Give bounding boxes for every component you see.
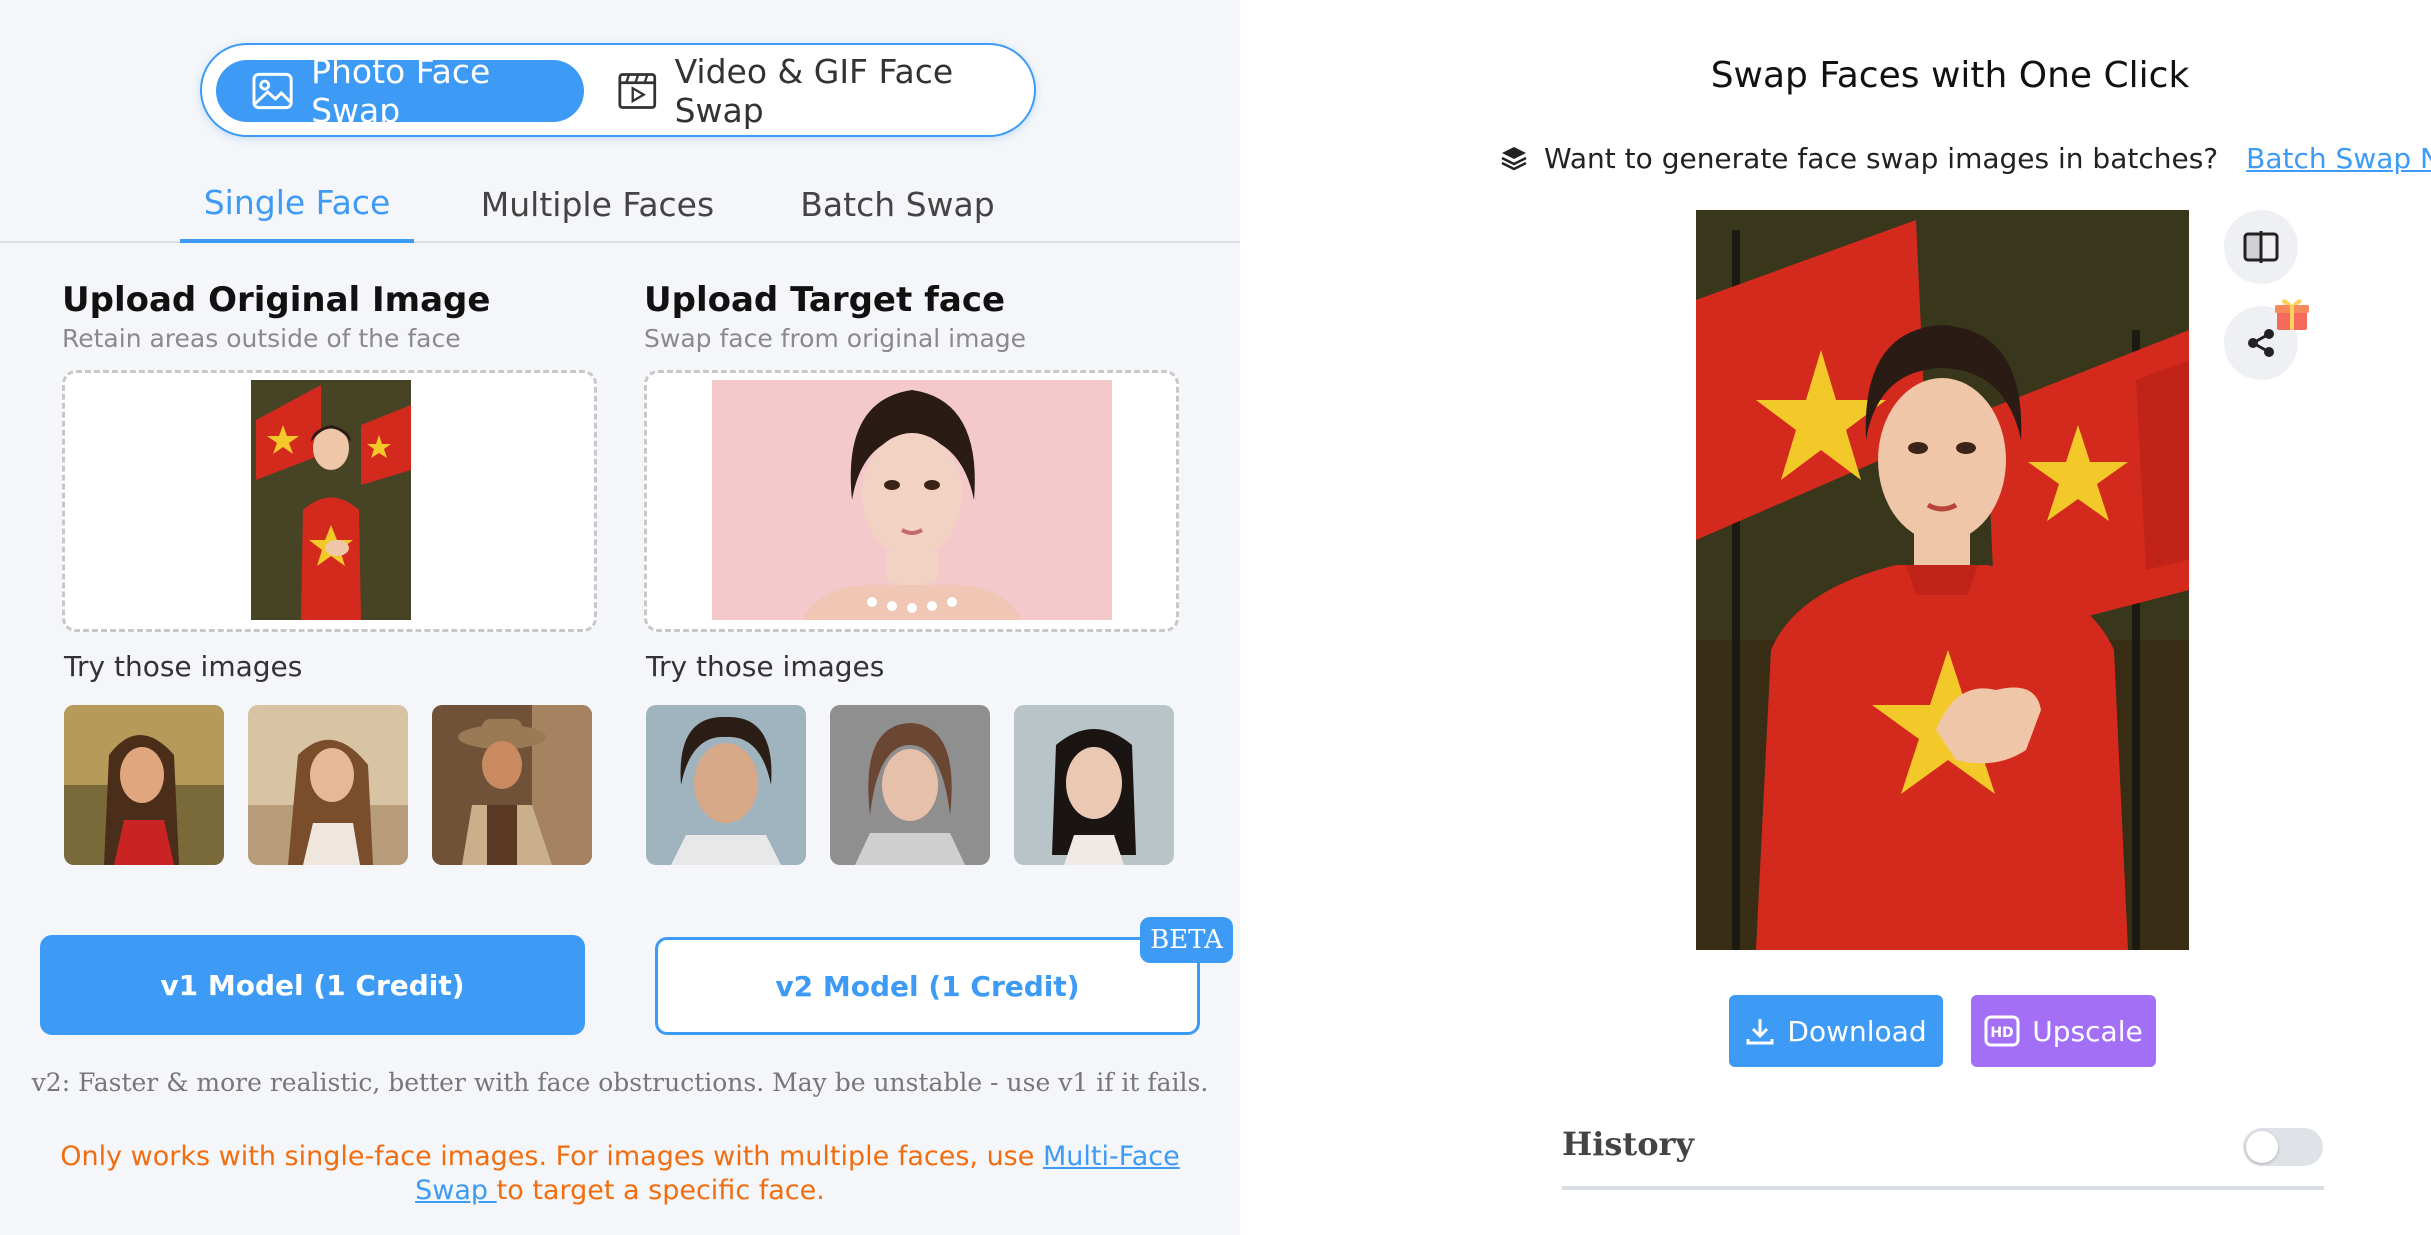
face-swap-page: Photo Face Swap Video & GIF Face Swap Si… <box>0 0 2431 1235</box>
sample-target-2[interactable] <box>830 705 990 865</box>
v1-model-button[interactable]: v1 Model (1 Credit) <box>40 935 585 1035</box>
target-upload-subtitle: Swap face from original image <box>644 324 1027 353</box>
share-icon <box>2248 329 2274 357</box>
original-try-label: Try those images <box>64 650 303 683</box>
target-upload-title: Upload Target face <box>644 280 1006 320</box>
sample-target-1[interactable] <box>646 705 806 865</box>
sample-original-2[interactable] <box>248 705 408 865</box>
target-face-section: Upload Target face Swap face from origin… <box>644 280 1179 865</box>
v2-model-button[interactable]: v2 Model (1 Credit) <box>655 937 1200 1035</box>
swap-tabs: Single Face Multiple Faces Batch Swap <box>0 165 1240 243</box>
original-upload-subtitle: Retain areas outside of the face <box>62 324 461 353</box>
target-face-preview <box>712 380 1112 620</box>
upscale-label: Upscale <box>2032 1014 2143 1048</box>
video-gif-face-swap-label: Video & GIF Face Swap <box>674 52 954 130</box>
target-face-dropzone[interactable] <box>644 370 1179 632</box>
gift-icon <box>2275 299 2309 330</box>
tab-single-face[interactable]: Single Face <box>180 165 414 243</box>
sample-original-1[interactable] <box>64 705 224 865</box>
target-sample-images <box>646 705 1181 867</box>
hd-icon: HD <box>1984 1015 2020 1047</box>
download-icon <box>1746 1019 1774 1045</box>
upload-panel: Photo Face Swap Video & GIF Face Swap Si… <box>0 0 1240 1235</box>
single-face-warning: Only works with single-face images. For … <box>30 1140 1210 1208</box>
compare-icon <box>2243 231 2279 263</box>
image-icon <box>252 72 293 110</box>
hd-badge-text: HD <box>1991 1025 2014 1041</box>
batch-swap-now-link[interactable]: Batch Swap Now <box>2246 142 2431 175</box>
photo-face-swap-label: Photo Face Swap <box>311 52 491 130</box>
layers-icon <box>1501 147 1527 171</box>
sample-target-3[interactable] <box>1014 705 1174 865</box>
model-note: v2: Faster & more realistic, better with… <box>31 1068 1209 1097</box>
compare-button[interactable] <box>2224 210 2298 284</box>
result-image-art <box>1696 210 2189 950</box>
beta-badge: BETA <box>1140 917 1233 963</box>
video-gif-face-swap-button[interactable]: Video & GIF Face Swap <box>612 52 1022 130</box>
tab-multiple-faces[interactable]: Multiple Faces <box>460 165 735 243</box>
warning-suffix: to target a specific face. <box>496 1175 825 1206</box>
history-divider <box>1562 1186 2324 1190</box>
original-image-preview <box>251 380 411 620</box>
warning-prefix: Only works with single-face images. For … <box>60 1141 1043 1172</box>
tab-batch-swap[interactable]: Batch Swap <box>790 165 1005 243</box>
history-toggle[interactable] <box>2243 1128 2323 1166</box>
batch-prompt-text: Want to generate face swap images in bat… <box>1544 141 2219 175</box>
result-image <box>1696 210 2189 950</box>
photo-face-swap-button[interactable]: Photo Face Swap <box>216 52 584 130</box>
video-icon <box>618 73 657 109</box>
sample-original-3[interactable] <box>432 705 592 865</box>
download-label: Download <box>1787 1014 1927 1048</box>
history-title: History <box>1562 1125 1694 1163</box>
original-sample-images <box>64 705 599 867</box>
history-toggle-knob <box>2246 1131 2278 1163</box>
original-upload-title: Upload Original Image <box>62 280 491 320</box>
mode-toggle: Photo Face Swap Video & GIF Face Swap <box>200 43 1036 137</box>
upscale-button[interactable]: HD Upscale <box>1971 995 2156 1067</box>
batch-prompt-row: Want to generate face swap images in bat… <box>1500 138 2431 178</box>
target-try-label: Try those images <box>646 650 885 683</box>
original-image-dropzone[interactable] <box>62 370 597 632</box>
result-title: Swap Faces with One Click <box>1710 55 2190 96</box>
download-button[interactable]: Download <box>1729 995 1943 1067</box>
original-image-section: Upload Original Image Retain areas outsi… <box>62 280 597 865</box>
